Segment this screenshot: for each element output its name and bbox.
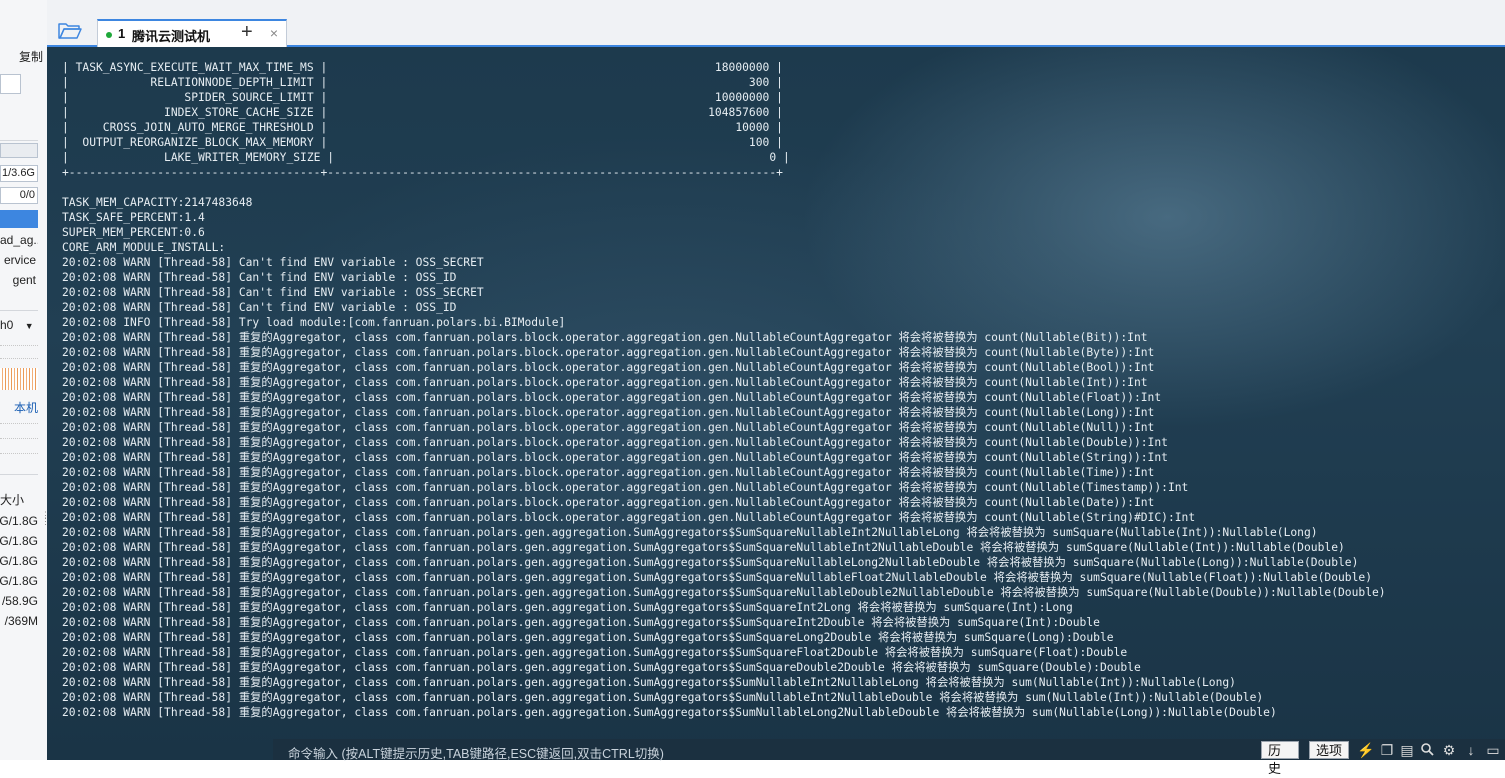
terminal-line: | LAKE_WRITER_MEMORY_SIZE | 0 | [62,151,790,164]
terminal-line: 20:02:08 WARN [Thread-58] 重复的Aggregator,… [62,496,1155,509]
terminal-line: | RELATIONNODE_DEPTH_LIMIT | 300 | [62,76,783,89]
terminal-line: 20:02:08 WARN [Thread-58] 重复的Aggregator,… [62,676,1236,689]
tab-session[interactable]: 1 腾讯云测试机 × [97,19,287,47]
paste-icon[interactable]: ▤ [1399,742,1415,758]
process-row-selected[interactable] [0,210,38,228]
terminal-line: 20:02:08 WARN [Thread-58] 重复的Aggregator,… [62,661,1141,674]
terminal-line: TASK_MEM_CAPACITY:2147483648 [62,196,253,209]
options-button[interactable]: 选项 [1309,741,1349,759]
terminal-line: 20:02:08 WARN [Thread-58] 重复的Aggregator,… [62,421,1155,434]
terminal-line: 20:02:08 WARN [Thread-58] 重复的Aggregator,… [62,691,1264,704]
process-row[interactable]: gent [0,270,38,290]
terminal-line: 20:02:08 WARN [Thread-58] 重复的Aggregator,… [62,436,1168,449]
swap-value: 0/0 [19,189,35,201]
ip-field[interactable] [0,74,21,94]
disk-usage: /58.9G [1,594,38,608]
terminal-line: SUPER_MEM_PERCENT:0.6 [62,226,205,239]
terminal-line: 20:02:08 WARN [Thread-58] 重复的Aggregator,… [62,601,1073,614]
search-icon[interactable] [1419,742,1435,758]
connection-status-dot [106,32,112,38]
mem-value: 1/3.6G [1,167,35,179]
terminal-line: 20:02:08 WARN [Thread-58] Can't find ENV… [62,301,457,314]
terminal-line: 20:02:08 WARN [Thread-58] 重复的Aggregator,… [62,361,1155,374]
terminal-line: 20:02:08 WARN [Thread-58] 重复的Aggregator,… [62,331,1148,344]
process-row[interactable]: ervice [0,250,38,270]
terminal-line: 20:02:08 WARN [Thread-58] 重复的Aggregator,… [62,346,1155,359]
terminal-lines: | TASK_ASYNC_EXECUTE_WAIT_MAX_TIME_MS | … [62,60,1386,720]
terminal-line: 20:02:08 WARN [Thread-58] 重复的Aggregator,… [62,586,1386,599]
history-button[interactable]: 历史 [1261,741,1299,776]
download-icon[interactable]: ↓ [1463,742,1479,758]
terminal-line: CORE_ARM_MODULE_INSTALL: [62,241,226,254]
tab-bar: 1 腾讯云测试机 × + [47,0,1505,47]
swap-bar: 0/0 [0,187,38,204]
terminal-line: 20:02:08 WARN [Thread-58] 重复的Aggregator,… [62,571,1372,584]
tab-number: 1 [118,26,126,41]
terminal-line: 20:02:08 WARN [Thread-58] 重复的Aggregator,… [62,616,1100,629]
terminal-line: 20:02:08 WARN [Thread-58] Can't find ENV… [62,256,484,269]
terminal-line: 20:02:08 WARN [Thread-58] 重复的Aggregator,… [62,466,1155,479]
copy-icon[interactable]: ❐ [1379,742,1395,758]
terminal-line: 20:02:08 WARN [Thread-58] 重复的Aggregator,… [62,706,1277,719]
close-icon[interactable]: × [270,25,278,41]
process-row[interactable] [0,290,38,310]
terminal-output[interactable]: | TASK_ASYNC_EXECUTE_WAIT_MAX_TIME_MS | … [47,47,1505,760]
command-bar: 命令输入 (按ALT键提示历史,TAB键路径,ESC键返回,双击CTRL切换) … [273,739,1505,776]
tab-title: 腾讯云测试机 [132,29,211,44]
size-column-header[interactable]: 大小 [0,491,24,508]
local-label[interactable]: 本机 [14,399,38,416]
command-input[interactable]: 命令输入 (按ALT键提示历史,TAB键路径,ESC键返回,双击CTRL切换) [288,743,664,762]
terminal-line: 20:02:08 WARN [Thread-58] Can't find ENV… [62,286,484,299]
terminal-line: | SPIDER_SOURCE_LIMIT | 10000000 | [62,91,783,104]
terminal-line: 20:02:08 WARN [Thread-58] 重复的Aggregator,… [62,481,1189,494]
terminal-line: | TASK_ASYNC_EXECUTE_WAIT_MAX_TIME_MS | … [62,61,783,74]
copy-button[interactable]: 复制 [19,48,43,65]
terminal-line: 20:02:08 WARN [Thread-58] 重复的Aggregator,… [62,526,1318,539]
terminal-line: 20:02:08 WARN [Thread-58] 重复的Aggregator,… [62,391,1162,404]
gear-icon[interactable]: ⚙ [1441,742,1457,758]
terminal-line: 20:02:08 WARN [Thread-58] 重复的Aggregator,… [62,406,1155,419]
mem-bar: 1/3.6G [0,165,38,182]
terminal-line: 20:02:08 WARN [Thread-58] 重复的Aggregator,… [62,556,1359,569]
terminal-line: 20:02:08 WARN [Thread-58] 重复的Aggregator,… [62,646,1128,659]
disk-usage: G/1.8G [0,534,38,548]
network-sparkline [0,368,38,390]
plus-icon[interactable]: + [241,22,253,42]
lightning-icon[interactable]: ⚡ [1357,742,1374,758]
interface-select[interactable]: h0 ▼ [0,318,34,332]
cpu-bar [0,143,38,158]
process-row[interactable]: ad_ag... [0,230,38,250]
terminal-line: 20:02:08 WARN [Thread-58] 重复的Aggregator,… [62,451,1168,464]
disk-usage: G/1.8G [0,554,38,568]
terminal-line: | CROSS_JOIN_AUTO_MERGE_THRESHOLD | 1000… [62,121,783,134]
folder-icon[interactable] [57,20,83,42]
chevron-down-icon: ▼ [24,321,34,331]
terminal-line: | OUTPUT_REORGANIZE_BLOCK_MAX_MEMORY | 1… [62,136,783,149]
terminal-line: 20:02:08 WARN [Thread-58] 重复的Aggregator,… [62,541,1345,554]
terminal-line: TASK_SAFE_PERCENT:1.4 [62,211,205,224]
terminal-line: 20:02:08 INFO [Thread-58] Try load modul… [62,316,566,329]
terminal-line: 20:02:08 WARN [Thread-58] 重复的Aggregator,… [62,511,1196,524]
terminal-line: 20:02:08 WARN [Thread-58] 重复的Aggregator,… [62,631,1114,644]
terminal-line: | INDEX_STORE_CACHE_SIZE | 104857600 | [62,106,783,119]
disk-usage: /369M [4,614,38,628]
disk-usage: G/1.8G [0,574,38,588]
maximize-icon[interactable]: ▭ [1485,742,1501,758]
terminal-line: 20:02:08 WARN [Thread-58] Can't find ENV… [62,271,457,284]
disk-usage: G/1.8G [0,514,38,528]
terminal-line: +-------------------------------------+-… [62,166,783,179]
left-panel: 复制 1/3.6G 0/0 ad_ag... ervice gent h0 ▼ … [0,0,48,760]
resize-grip-icon[interactable]: ⋮⋮ [41,511,47,530]
terminal-line: 20:02:08 WARN [Thread-58] 重复的Aggregator,… [62,376,1148,389]
